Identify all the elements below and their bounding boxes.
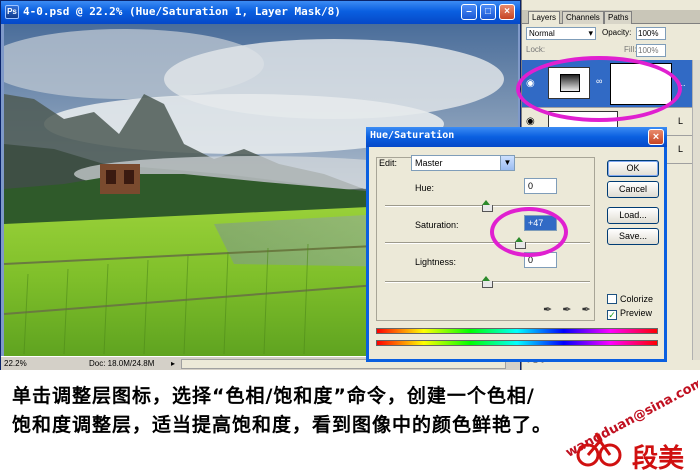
layer-mask-thumbnail[interactable] bbox=[610, 63, 672, 105]
eyedropper-minus-icon[interactable]: ✒ bbox=[581, 304, 600, 316]
eyedropper-tools: ✒✒✒ bbox=[543, 303, 601, 316]
tab-paths[interactable]: Paths bbox=[604, 11, 633, 24]
opacity-input[interactable]: 100% bbox=[636, 27, 666, 40]
chevron-down-icon[interactable]: ▼ bbox=[500, 156, 514, 170]
layer-row-hue-saturation[interactable]: ◉ ∞ ... bbox=[522, 60, 692, 108]
save-button[interactable]: Save... bbox=[607, 228, 659, 245]
adjustment-layer-icon[interactable] bbox=[548, 67, 590, 99]
zoom-level[interactable]: 22.2% bbox=[4, 359, 27, 368]
eyedropper-icon[interactable]: ✒ bbox=[543, 304, 562, 316]
layer-more-icon: L bbox=[678, 116, 684, 126]
lightness-label: Lightness: bbox=[415, 257, 457, 267]
maximize-icon[interactable]: □ bbox=[480, 4, 496, 20]
edit-group bbox=[376, 157, 595, 321]
document-titlebar[interactable]: Ps 4-0.psd @ 22.2% (Hue/Saturation 1, La… bbox=[1, 1, 520, 24]
edit-select-value: Master bbox=[415, 158, 443, 168]
layer-more-icon: L bbox=[678, 144, 684, 154]
caption-text: 单击调整层图标，选择“色相/饱和度”命令，创建一个色相/饱和度调整层，适当提高饱… bbox=[12, 385, 553, 436]
watermark-logo: wangduan@sina.com 段美 bbox=[548, 375, 700, 474]
layer-more-icon: ... bbox=[678, 78, 686, 88]
opacity-label: Opacity: bbox=[602, 28, 632, 37]
hue-saturation-dialog: Hue/Saturation × Edit: Master ▼ Hue: 0 S… bbox=[366, 127, 667, 362]
saturation-input[interactable]: +47 bbox=[524, 215, 557, 231]
saturation-slider-thumb[interactable] bbox=[515, 237, 526, 249]
colorize-checkbox[interactable] bbox=[607, 294, 617, 304]
panel-tabs: Layers Channels Paths bbox=[522, 10, 700, 24]
dialog-close-icon[interactable]: × bbox=[648, 129, 664, 145]
output-color-bar bbox=[376, 340, 658, 346]
edit-label: Edit: bbox=[379, 158, 398, 168]
input-color-bar bbox=[376, 328, 658, 334]
close-icon[interactable]: × bbox=[499, 4, 515, 20]
visibility-eye-icon[interactable]: ◉ bbox=[526, 78, 538, 90]
saturation-slider-track[interactable] bbox=[385, 242, 590, 244]
hue-label: Hue: bbox=[415, 183, 435, 193]
cancel-button[interactable]: Cancel bbox=[607, 181, 659, 198]
hue-slider-thumb[interactable] bbox=[482, 200, 493, 212]
minimize-icon[interactable]: – bbox=[461, 4, 477, 20]
lightness-input[interactable]: 0 bbox=[524, 252, 557, 268]
ok-button[interactable]: OK bbox=[607, 160, 659, 177]
edit-select[interactable]: Master ▼ bbox=[411, 155, 515, 171]
fill-input[interactable]: 100% bbox=[636, 44, 666, 57]
colorize-label: Colorize bbox=[620, 294, 654, 304]
hue-input[interactable]: 0 bbox=[524, 178, 557, 194]
photoshop-doc-icon: Ps bbox=[5, 5, 19, 19]
tab-channels[interactable]: Channels bbox=[562, 11, 604, 24]
preview-checkbox-row[interactable]: ✓ Preview bbox=[607, 308, 652, 320]
document-size: Doc: 18.0M/24.8M bbox=[89, 359, 155, 368]
fill-label: Fill: bbox=[624, 45, 637, 54]
blend-mode-select[interactable]: Normal bbox=[526, 27, 596, 40]
preview-label: Preview bbox=[620, 308, 653, 318]
dialog-title: Hue/Saturation bbox=[370, 130, 455, 141]
tab-layers[interactable]: Layers bbox=[528, 11, 561, 24]
lightness-slider-thumb[interactable] bbox=[482, 276, 493, 288]
status-menu-arrow-icon[interactable]: ▸ bbox=[171, 359, 175, 368]
lock-label: Lock: bbox=[526, 45, 546, 54]
preview-checkbox[interactable]: ✓ bbox=[607, 310, 617, 320]
layers-scrollbar[interactable] bbox=[692, 60, 700, 360]
colorize-checkbox-row[interactable]: Colorize bbox=[607, 294, 653, 304]
watermark-logo-text: 段美 bbox=[632, 443, 684, 473]
dialog-titlebar[interactable]: Hue/Saturation × bbox=[366, 127, 667, 147]
mask-link-icon[interactable]: ∞ bbox=[596, 76, 602, 86]
load-button[interactable]: Load... bbox=[607, 207, 659, 224]
document-title: 4-0.psd @ 22.2% (Hue/Saturation 1, Layer… bbox=[23, 5, 341, 18]
saturation-label: Saturation: bbox=[415, 220, 459, 230]
watermark-graphic: wangduan@sina.com 段美 bbox=[563, 375, 700, 474]
eyedropper-plus-icon[interactable]: ✒ bbox=[562, 304, 581, 316]
